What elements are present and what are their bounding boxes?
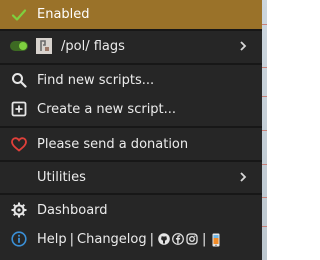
donation-label: Please send a donation (37, 136, 189, 152)
create-new-script-item[interactable]: Create a new script... (0, 96, 262, 122)
chevron-right-icon (238, 171, 248, 183)
dashboard-item[interactable]: Dashboard (0, 197, 262, 223)
separator: | (149, 231, 155, 247)
facebook-icon[interactable] (172, 233, 184, 245)
help-link[interactable]: Help (37, 232, 67, 247)
script-item-pol-flags[interactable]: /pol/ flags (0, 31, 262, 61)
dashboard-label: Dashboard (37, 202, 108, 218)
toggle-icon[interactable] (10, 41, 28, 51)
check-icon (11, 7, 27, 23)
divider (0, 126, 262, 128)
favicon-icon (36, 38, 52, 54)
mobile-icon[interactable] (210, 233, 222, 247)
script-name: /pol/ flags (61, 38, 125, 54)
help-row: Help | Changelog | | (0, 226, 262, 252)
find-new-scripts-label: Find new scripts... (37, 72, 155, 88)
utilities-label: Utilities (37, 169, 86, 185)
changelog-link[interactable]: Changelog (77, 232, 147, 247)
divider (0, 193, 262, 195)
chevron-right-icon (238, 40, 248, 52)
help-links: Help | Changelog | | (37, 232, 223, 247)
enabled-toggle-row[interactable]: Enabled (0, 0, 262, 29)
search-icon (11, 72, 27, 88)
extension-popup-menu: Enabled /pol/ flags Find new scripts... … (0, 0, 262, 260)
gear-icon (11, 202, 27, 218)
plus-square-icon (11, 101, 27, 117)
separator: | (202, 231, 207, 247)
heart-icon (11, 136, 27, 152)
separator: | (69, 231, 75, 247)
page-background-strip (262, 0, 267, 260)
create-new-script-label: Create a new script... (37, 101, 177, 117)
find-new-scripts-item[interactable]: Find new scripts... (0, 67, 262, 93)
utilities-item[interactable]: Utilities (0, 164, 262, 190)
info-icon (11, 231, 27, 247)
enabled-label: Enabled (37, 7, 90, 22)
instagram-icon[interactable] (186, 233, 198, 245)
divider (0, 160, 262, 162)
donation-item[interactable]: Please send a donation (0, 130, 262, 158)
divider (0, 63, 262, 65)
github-icon[interactable] (158, 233, 170, 245)
